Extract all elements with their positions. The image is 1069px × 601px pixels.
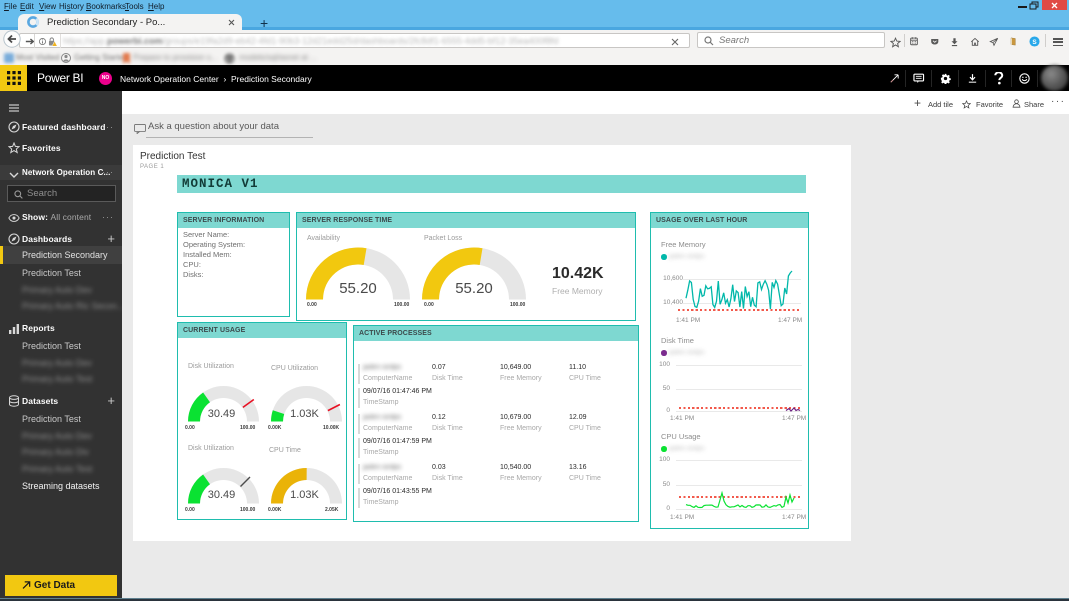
svg-text:S: S bbox=[1032, 39, 1037, 46]
